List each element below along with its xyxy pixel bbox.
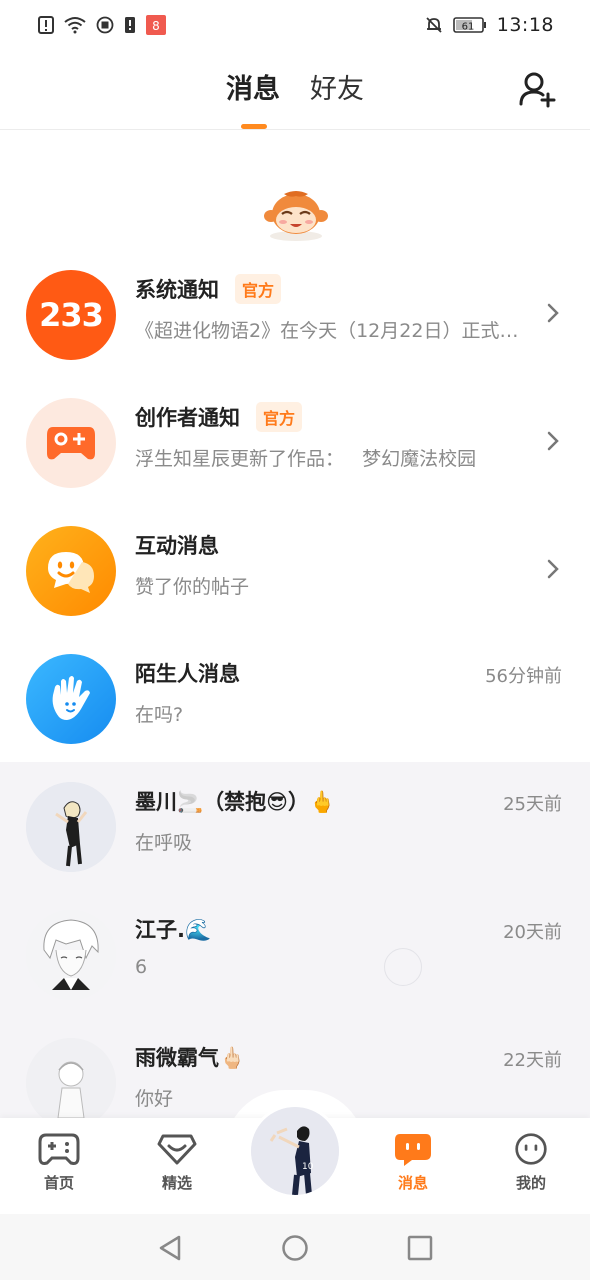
record-icon: [96, 16, 114, 34]
battery-icon: 61: [452, 16, 487, 34]
message-title: 墨川🚬（禁抱😎）🖕: [135, 790, 336, 814]
center-avatar-button[interactable]: 10: [248, 1104, 342, 1198]
recents-icon[interactable]: [405, 1233, 435, 1263]
avatar: 10: [251, 1107, 339, 1195]
list-item-chat[interactable]: 墨川🚬（禁抱😎）🖕 在呼吸 25天前: [0, 762, 590, 890]
message-title: 陌生人消息: [135, 662, 240, 686]
list-item-chat[interactable]: 江子.🌊 6 20天前: [0, 890, 590, 1018]
active-tab-indicator: [241, 124, 267, 129]
message-time: 22天前: [503, 1050, 562, 1071]
message-preview: 赞了你的帖子: [135, 576, 250, 598]
nav-label: 我的: [515, 1174, 546, 1192]
official-badge: 官方: [256, 402, 303, 432]
message-time: 56分钟前: [485, 666, 562, 687]
message-preview: 6: [135, 956, 148, 978]
list-item-interactions[interactable]: 互动消息 赞了你的帖子: [0, 506, 590, 634]
heart-diamond-icon: [157, 1134, 197, 1165]
message-title: 创作者通知: [135, 406, 240, 430]
message-title: 雨微霸气🖕🏻: [135, 1046, 246, 1070]
app-badge-icon: 8: [146, 15, 166, 35]
list-item-system-notice[interactable]: 233 系统通知 官方 《超进化物语2》在今天（12月22日）正式…: [0, 250, 590, 378]
back-icon[interactable]: [155, 1233, 185, 1263]
sim-icon: [124, 16, 136, 34]
gamepad-icon: [38, 1133, 80, 1165]
nav-profile[interactable]: 我的: [491, 1132, 571, 1193]
battery-level: 61: [461, 22, 474, 33]
gamepad-plus-icon: [26, 398, 116, 488]
touch-indicator: [384, 948, 422, 986]
svg-text:10: 10: [302, 1162, 314, 1172]
message-title: 江子.🌊: [135, 918, 212, 942]
add-friend-icon: [519, 72, 556, 108]
system-nav-bar: [0, 1214, 590, 1280]
mute-bell-icon: [425, 16, 443, 34]
nav-messages[interactable]: 消息: [373, 1132, 453, 1193]
message-preview: 浮生知星辰更新了作品： 梦幻魔法校园: [135, 448, 477, 470]
status-bar: 8 61 13:18: [0, 0, 590, 50]
nav-featured[interactable]: 精选: [137, 1132, 217, 1193]
header: 消息 好友: [0, 50, 590, 130]
nav-home[interactable]: 首页: [19, 1132, 99, 1193]
avatar-text: 233: [39, 296, 104, 334]
message-preview: 你好: [135, 1088, 174, 1110]
avatar: [26, 910, 116, 1000]
wifi-icon: [64, 16, 86, 34]
add-friend-button[interactable]: [518, 70, 558, 110]
mascot-icon: [262, 190, 330, 242]
waving-hand-icon: [26, 654, 116, 744]
clock: 13:18: [496, 14, 554, 36]
svg-text:8: 8: [152, 19, 160, 33]
avatar: [26, 1038, 116, 1128]
logo-233-icon: 233: [26, 270, 116, 360]
nav-label: 首页: [43, 1174, 74, 1192]
face-icon: [515, 1133, 547, 1165]
message-time: 20天前: [503, 922, 562, 943]
message-title: 互动消息: [135, 534, 219, 558]
nav-label: 精选: [161, 1174, 192, 1192]
chevron-right-icon: [547, 303, 559, 323]
message-icon: [395, 1134, 431, 1166]
message-preview: 在呼吸: [135, 832, 193, 854]
message-title: 系统通知: [135, 278, 219, 302]
message-preview: 在吗?: [135, 704, 184, 726]
chat-bubble-face-icon: [26, 526, 116, 616]
alert-icon: [38, 16, 54, 34]
avatar: [26, 782, 116, 872]
nav-label: 消息: [397, 1174, 428, 1192]
message-preview: 《超进化物语2》在今天（12月22日）正式…: [135, 320, 519, 342]
message-time: 25天前: [503, 794, 562, 815]
home-icon[interactable]: [280, 1233, 310, 1263]
list-item-stranger-messages[interactable]: 陌生人消息 在吗? 56分钟前: [0, 634, 590, 762]
official-badge: 官方: [235, 274, 282, 304]
chevron-right-icon: [547, 431, 559, 451]
chevron-right-icon: [547, 559, 559, 579]
tab-friends[interactable]: 好友: [310, 70, 364, 110]
list-item-creator-notice[interactable]: 创作者通知 官方 浮生知星辰更新了作品： 梦幻魔法校园: [0, 378, 590, 506]
tab-messages[interactable]: 消息: [226, 70, 280, 110]
